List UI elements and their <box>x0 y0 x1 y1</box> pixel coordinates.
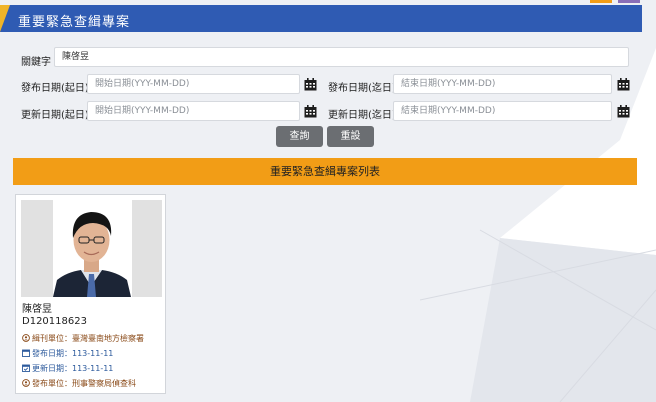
header-notch <box>0 5 10 32</box>
page-header: 重要緊急查緝專案 <box>0 5 642 32</box>
calendar-icon[interactable] <box>617 105 630 118</box>
update-end-input[interactable]: 結束日期(YYY-MM-DD) <box>393 101 612 121</box>
update-date-row: 更新日期：113-11-11 <box>22 363 113 374</box>
person-card[interactable]: 陳啓昱 D120118623 緝刊單位：臺灣臺南地方檢察署 發布日期：113-1… <box>15 194 166 394</box>
keyword-label: 關鍵字 <box>21 57 51 68</box>
user-circle-icon <box>22 334 30 342</box>
calendar-icon[interactable] <box>617 78 630 91</box>
publisher-unit-row: 發布單位：刑事警察局偵查科 <box>22 378 136 389</box>
calendar-check-icon <box>22 364 30 372</box>
calendar-icon[interactable] <box>304 105 317 118</box>
publish-end-input[interactable]: 結束日期(YYY-MM-DD) <box>393 74 612 94</box>
reset-button[interactable]: 重設 <box>327 126 374 147</box>
issuing-unit-text: 緝刊單位：臺灣臺南地方檢察署 <box>32 334 144 343</box>
calendar-icon[interactable] <box>304 78 317 91</box>
update-date-text: 更新日期：113-11-11 <box>32 364 114 373</box>
calendar-icon <box>22 349 30 357</box>
person-id: D120118623 <box>22 316 87 327</box>
top-accent-orange <box>590 0 612 3</box>
person-photo <box>21 200 162 297</box>
user-circle-icon <box>22 379 30 387</box>
update-end-label: 更新日期(迄日) <box>328 110 396 121</box>
issuing-unit-row: 緝刊單位：臺灣臺南地方檢察署 <box>22 333 144 344</box>
publisher-unit-text: 發布單位：刑事警察局偵查科 <box>32 379 136 388</box>
publish-start-label: 發布日期(起日) <box>21 83 89 94</box>
publish-date-text: 發布日期：113-11-11 <box>32 349 114 358</box>
search-button[interactable]: 查詢 <box>276 126 323 147</box>
update-start-label: 更新日期(起日) <box>21 110 89 121</box>
page-title: 重要緊急查緝專案 <box>18 15 131 30</box>
top-accent-purple <box>618 0 640 3</box>
list-header: 重要緊急查緝專案列表 <box>13 158 637 185</box>
update-start-input[interactable]: 開始日期(YYY-MM-DD) <box>87 101 300 121</box>
publish-start-input[interactable]: 開始日期(YYY-MM-DD) <box>87 74 300 94</box>
publish-end-label: 發布日期(迄日) <box>328 83 396 94</box>
keyword-input[interactable]: 陳啓昱 <box>54 47 629 67</box>
person-name: 陳啓昱 <box>22 304 52 315</box>
publish-date-row: 發布日期：113-11-11 <box>22 348 113 359</box>
portrait-image <box>21 200 162 297</box>
